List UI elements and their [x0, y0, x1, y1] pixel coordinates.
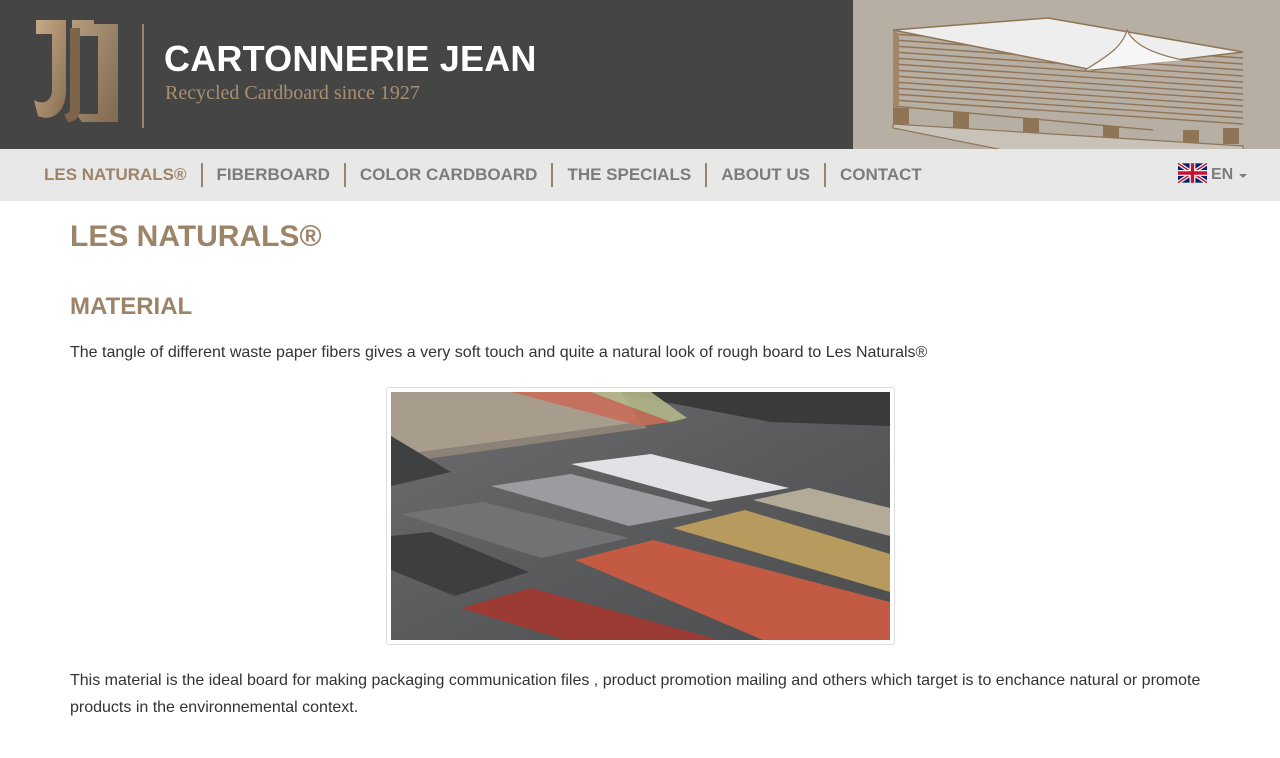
nav-link-color-cardboard[interactable]: COLOR CARDBOARD	[346, 164, 552, 186]
cardboard-stack-illustration	[853, 0, 1280, 149]
language-selector[interactable]: EN	[1176, 161, 1248, 188]
nav-link-the-specials[interactable]: THE SPECIALS	[553, 164, 705, 186]
page-title: LES NATURALS®	[70, 220, 322, 253]
product-photo	[386, 387, 895, 645]
nav-item-contact: CONTACT	[823, 163, 936, 187]
nav-item-fiberboard: FIBERBOARD	[200, 163, 344, 187]
nav-link-about-us[interactable]: ABOUT US	[707, 164, 824, 186]
brand-tagline: Recycled Cardboard since 1927	[165, 82, 420, 104]
brand-logo[interactable]	[32, 18, 124, 126]
brand-title[interactable]: CARTONNERIE JEAN	[164, 38, 537, 80]
main-nav: LES NATURALS® FIBERBOARD COLOR CARDBOARD…	[0, 149, 1280, 201]
intro-paragraph: The tangle of different waste paper fibe…	[70, 344, 928, 361]
nav-link-contact[interactable]: CONTACT	[826, 164, 936, 186]
nav-link-les-naturals[interactable]: LES NATURALS®	[30, 164, 201, 186]
caret-down-icon	[1239, 174, 1248, 178]
nav-item-the-specials: THE SPECIALS	[551, 163, 705, 187]
uk-flag-icon	[1176, 161, 1209, 188]
nav-item-about-us: ABOUT US	[705, 163, 824, 187]
site-header: CARTONNERIE JEAN Recycled Cardboard sinc…	[0, 0, 1280, 149]
language-code: EN	[1211, 166, 1234, 183]
brand-divider	[142, 24, 144, 128]
section-title: MATERIAL	[70, 293, 193, 320]
body-paragraph: This material is the ideal board for mak…	[70, 672, 1201, 716]
nav-item-color-cardboard: COLOR CARDBOARD	[343, 163, 552, 187]
nav-item-les-naturals: LES NATURALS®	[30, 164, 201, 186]
nav-link-fiberboard[interactable]: FIBERBOARD	[203, 164, 344, 186]
nav-list: LES NATURALS® FIBERBOARD COLOR CARDBOARD…	[30, 149, 936, 201]
